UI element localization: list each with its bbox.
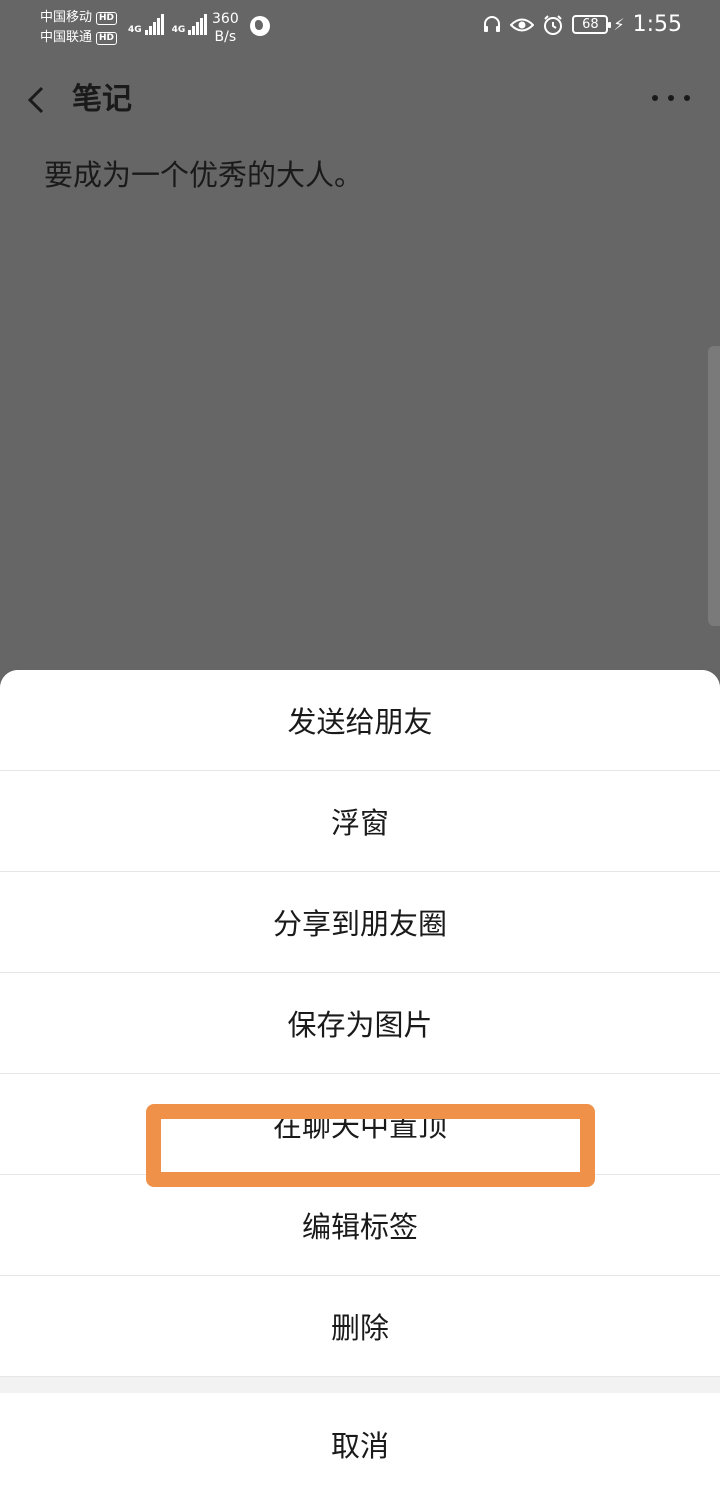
floating-window-option[interactable]: 浮窗 [0, 771, 720, 872]
speed-unit: B/s [214, 29, 237, 45]
carrier-2-label: 中国联通 [40, 30, 93, 45]
action-sheet: 发送给朋友 浮窗 分享到朋友圈 保存为图片 在聊天中置顶 编辑标签 删除 取消 [0, 670, 720, 1496]
send-to-friend-option[interactable]: 发送给朋友 [0, 670, 720, 771]
top-bar: 笔记 [0, 70, 720, 130]
cancel-button[interactable]: 取消 [0, 1393, 720, 1494]
status-right: 68 ⚡ 1:55 [482, 12, 682, 37]
share-to-moments-option[interactable]: 分享到朋友圈 [0, 872, 720, 973]
note-content: 要成为一个优秀的大人。 [44, 158, 364, 192]
delete-option[interactable]: 删除 [0, 1276, 720, 1377]
sheet-divider [0, 1377, 720, 1393]
eye-icon [510, 16, 535, 34]
more-options-icon[interactable] [652, 84, 690, 112]
signal-icon: 4G [128, 14, 164, 35]
scrollbar[interactable] [708, 346, 720, 626]
status-time: 1:55 [632, 12, 682, 37]
back-icon[interactable] [22, 80, 52, 120]
alarm-icon [542, 14, 564, 36]
pin-in-chat-option[interactable]: 在聊天中置顶 [0, 1074, 720, 1175]
edit-tags-option[interactable]: 编辑标签 [0, 1175, 720, 1276]
save-as-image-option[interactable]: 保存为图片 [0, 973, 720, 1074]
battery-icon: 68 [572, 15, 612, 34]
browser-icon [250, 16, 270, 36]
charging-icon: ⚡ [613, 15, 625, 34]
network-speed: 360 B/s [212, 10, 239, 46]
speed-value: 360 [212, 11, 239, 27]
signal-icon: 4G [172, 14, 208, 35]
hd-badge: HD [96, 31, 118, 45]
status-bar: 中国移动 HD 中国联通 HD 4G 4G 360 B/s 68 ⚡ 1:55 [0, 0, 720, 56]
signal-indicators: 4G 4G [128, 14, 208, 35]
carrier-1-label: 中国移动 [40, 10, 93, 25]
hd-badge: HD [96, 11, 118, 25]
carrier-info: 中国移动 HD 中国联通 HD [40, 8, 118, 48]
headset-icon [482, 15, 502, 35]
page-title: 笔记 [72, 82, 132, 117]
